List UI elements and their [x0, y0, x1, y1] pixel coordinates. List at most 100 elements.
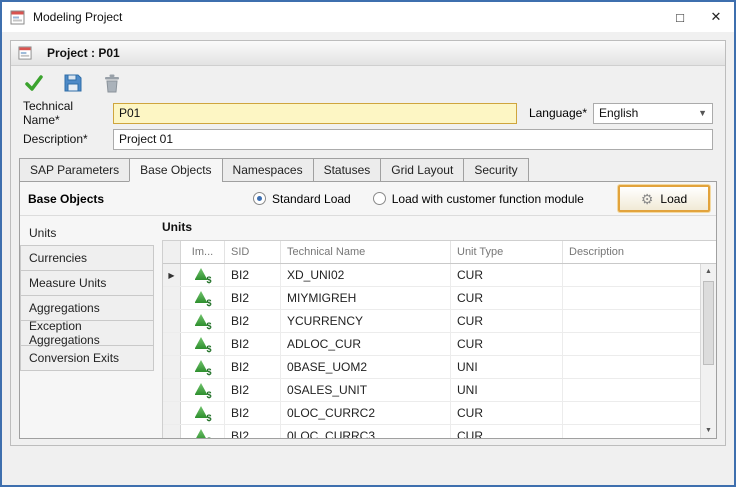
table-row[interactable]: $ BI2 ADLOC_CUR CUR [163, 333, 700, 356]
tab-grid-layout[interactable]: Grid Layout [380, 158, 464, 182]
save-icon[interactable] [62, 72, 84, 94]
description-input[interactable]: Project 01 [113, 129, 713, 150]
description-cell [563, 425, 700, 438]
vertical-scrollbar[interactable]: ▲ ▼ [700, 264, 716, 438]
description-cell [563, 287, 700, 309]
maximize-button[interactable]: □ [662, 2, 698, 32]
sidebar-item-exception-aggregations[interactable]: Exception Aggregations [20, 320, 154, 346]
titlebar: Modeling Project □ ✕ [2, 2, 734, 32]
column-header-description[interactable]: Description [563, 241, 716, 263]
units-grid: Im... SID Technical Name Unit Type Descr… [162, 240, 716, 438]
unit-type-cell: CUR [451, 425, 563, 438]
row-indicator [163, 333, 181, 355]
sidebar-item-conversion-exits[interactable]: Conversion Exits [20, 345, 154, 371]
grid-header: Im... SID Technical Name Unit Type Descr… [163, 241, 716, 264]
column-header-unit-type[interactable]: Unit Type [451, 241, 563, 263]
sid-cell: BI2 [225, 333, 281, 355]
dropdown-arrow-icon[interactable]: ▼ [692, 108, 707, 118]
currency-unit-icon: $ [195, 314, 211, 328]
modeling-project-window: Modeling Project □ ✕ Project : P01 [0, 0, 736, 487]
sidebar-item-aggregations[interactable]: Aggregations [20, 295, 154, 321]
table-row[interactable]: $ BI2 0BASE_UOM2 UNI [163, 356, 700, 379]
column-header-technical-name[interactable]: Technical Name [281, 241, 451, 263]
table-row[interactable]: $ BI2 0LOC_CURRC3 CUR [163, 425, 700, 438]
sid-cell: BI2 [225, 287, 281, 309]
description-cell [563, 379, 700, 401]
radio-standard-load[interactable]: Standard Load [253, 192, 351, 206]
technical-name-label: Technical Name* [23, 99, 113, 127]
description-cell [563, 356, 700, 378]
image-cell: $ [181, 402, 225, 424]
tab-security[interactable]: Security [463, 158, 528, 182]
tab-namespaces[interactable]: Namespaces [222, 158, 314, 182]
description-cell [563, 402, 700, 424]
technical-name-input[interactable]: P01 [113, 103, 517, 124]
radio-unselected-icon[interactable] [373, 192, 386, 205]
column-header-image[interactable]: Im... [181, 241, 225, 263]
image-cell: $ [181, 310, 225, 332]
category-sidebar: Units Currencies Measure Units Aggregati… [20, 216, 154, 438]
base-objects-section-title: Base Objects [28, 192, 253, 206]
scroll-up-icon[interactable]: ▲ [701, 264, 716, 279]
radio-customer-function-label: Load with customer function module [392, 192, 584, 206]
unit-type-cell: UNI [451, 379, 563, 401]
technical-name-row: Technical Name* P01 Language* English ▼ [23, 102, 713, 124]
radio-customer-function-module[interactable]: Load with customer function module [373, 192, 584, 206]
units-grid-title: Units [162, 220, 716, 240]
gear-icon: ⚙ [641, 192, 654, 206]
technical-name-cell: YCURRENCY [281, 310, 451, 332]
project-icon [18, 45, 34, 61]
unit-type-cell: CUR [451, 310, 563, 332]
sidebar-item-measure-units[interactable]: Measure Units [20, 270, 154, 296]
technical-name-cell: 0SALES_UNIT [281, 379, 451, 401]
table-row[interactable]: $ BI2 YCURRENCY CUR [163, 310, 700, 333]
sid-cell: BI2 [225, 379, 281, 401]
technical-name-cell: 0LOC_CURRC3 [281, 425, 451, 438]
unit-type-cell: CUR [451, 264, 563, 286]
column-header-sid[interactable]: SID [225, 241, 281, 263]
load-button[interactable]: ⚙ Load [618, 185, 710, 212]
tab-bar: SAP Parameters Base Objects Namespaces S… [11, 152, 725, 182]
radio-standard-load-label: Standard Load [272, 192, 351, 206]
delete-trash-icon[interactable] [101, 72, 123, 94]
language-label: Language* [529, 106, 587, 120]
description-cell [563, 333, 700, 355]
image-cell: $ [181, 264, 225, 286]
sid-cell: BI2 [225, 264, 281, 286]
description-row: Description* Project 01 [23, 128, 713, 150]
sid-cell: BI2 [225, 356, 281, 378]
description-cell [563, 310, 700, 332]
tab-statuses[interactable]: Statuses [313, 158, 382, 182]
description-label: Description* [23, 132, 113, 146]
app-icon [10, 9, 26, 25]
technical-name-cell: XD_UNI02 [281, 264, 451, 286]
scroll-down-icon[interactable]: ▼ [701, 423, 716, 438]
unit-type-cell: CUR [451, 402, 563, 424]
sidebar-item-units[interactable]: Units [20, 220, 154, 246]
table-row[interactable]: $ BI2 0LOC_CURRC2 CUR [163, 402, 700, 425]
currency-unit-icon: $ [195, 406, 211, 420]
row-indicator: ▶ [163, 264, 181, 286]
scrollbar-thumb[interactable] [703, 281, 714, 365]
table-row[interactable]: $ BI2 0SALES_UNIT UNI [163, 379, 700, 402]
sidebar-item-currencies[interactable]: Currencies [20, 245, 154, 271]
tab-sap-parameters[interactable]: SAP Parameters [19, 158, 130, 182]
row-indicator [163, 356, 181, 378]
description-cell [563, 264, 700, 286]
scrollbar-track[interactable] [701, 279, 716, 423]
validate-check-icon[interactable] [23, 72, 45, 94]
project-groupbox: Project : P01 Technical Name* P01 Langua… [10, 40, 726, 446]
table-row[interactable]: $ BI2 MIYMIGREH CUR [163, 287, 700, 310]
row-indicator [163, 310, 181, 332]
close-button[interactable]: ✕ [698, 2, 734, 32]
load-button-label: Load [660, 192, 687, 206]
sid-cell: BI2 [225, 310, 281, 332]
language-value: English [599, 106, 638, 120]
image-cell: $ [181, 287, 225, 309]
row-indicator [163, 379, 181, 401]
tab-base-objects[interactable]: Base Objects [129, 158, 222, 182]
radio-selected-icon[interactable] [253, 192, 266, 205]
table-row[interactable]: ▶ $ BI2 XD_UNI02 CUR [163, 264, 700, 287]
project-groupbox-header: Project : P01 [11, 41, 725, 66]
language-select[interactable]: English ▼ [593, 103, 713, 124]
